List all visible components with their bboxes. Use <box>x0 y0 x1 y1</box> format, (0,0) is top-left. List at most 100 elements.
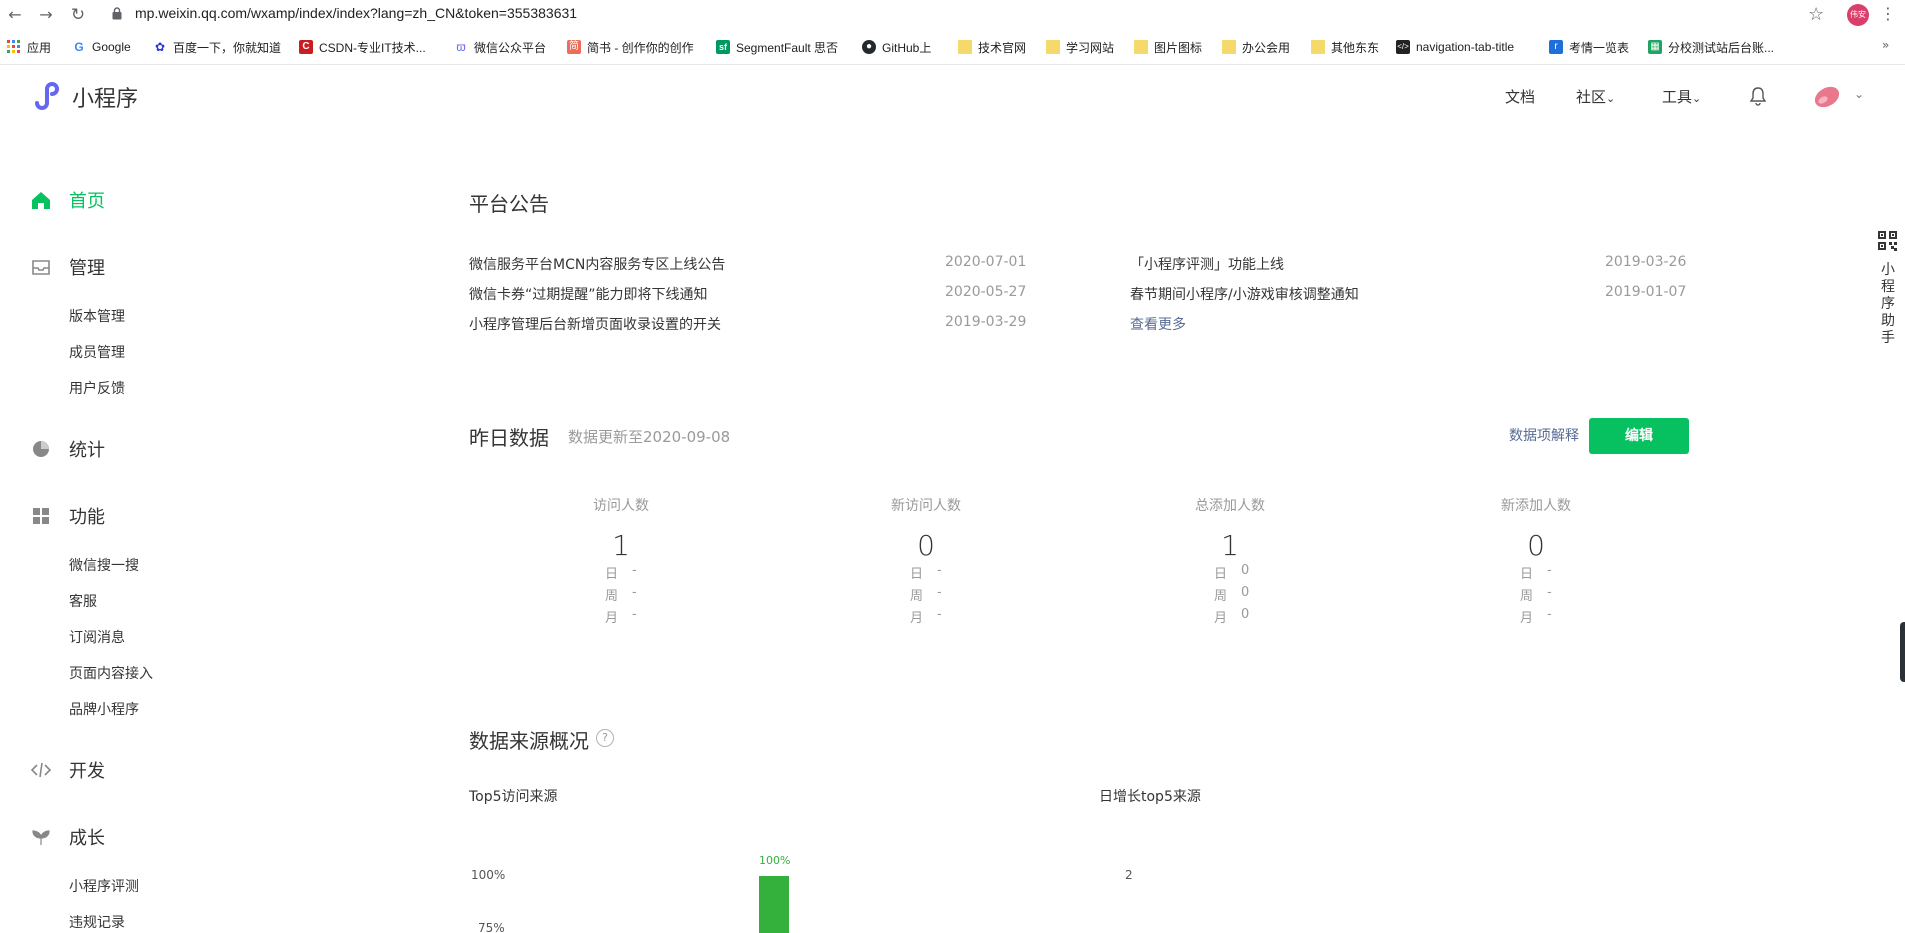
stat-row-label: 日 <box>910 567 924 582</box>
stat-row-value: - <box>632 563 637 578</box>
bookmark-folder-images[interactable]: 图片图标 <box>1134 39 1202 55</box>
stat-row-value: - <box>632 585 637 600</box>
bookmark-folder-study[interactable]: 学习网站 <box>1046 39 1114 55</box>
stat-row-label: 周 <box>910 589 924 604</box>
announcement-link[interactable]: 微信服务平台MCN内容服务专区上线公告 <box>469 254 725 274</box>
sidebar-sub-content[interactable]: 页面内容接入 <box>69 663 153 683</box>
sources-title: 数据来源概况 <box>469 729 589 753</box>
announcement-date: 2019-03-26 <box>1605 254 1687 270</box>
sidebar-sub-evaluation[interactable]: 小程序评测 <box>69 876 139 896</box>
update-note: 数据更新至2020-09-08 <box>568 428 731 446</box>
sidebar-item-manage[interactable]: 管理 <box>30 254 105 280</box>
sidebar-item-growth[interactable]: 成长 <box>30 824 105 850</box>
forward-icon[interactable]: → <box>36 5 56 25</box>
bookmark-apps[interactable]: 应用 <box>7 39 51 55</box>
sidebar-item-features[interactable]: 功能 <box>30 503 105 529</box>
sheet-icon: ▦ <box>1648 40 1662 54</box>
bookmark-sheet[interactable]: ▦ 分校测试站后台账... <box>1648 39 1774 55</box>
help-icon[interactable]: ? <box>596 729 614 747</box>
scroll-handle[interactable] <box>1900 622 1905 682</box>
stat-row-label: 日 <box>1214 567 1228 582</box>
bookmark-folder-other[interactable]: 其他东东 <box>1311 39 1379 55</box>
sidebar-sub-feedback[interactable]: 用户反馈 <box>69 378 125 398</box>
stat-row-label: 周 <box>1520 589 1534 604</box>
data-explain-link[interactable]: 数据项解释 <box>1509 425 1579 445</box>
stat-row-label: 日 <box>1520 567 1534 582</box>
baidu-icon: ✿ <box>153 40 167 54</box>
browser-menu-icon[interactable]: ⋮ <box>1880 4 1896 24</box>
inbox-icon <box>32 260 50 275</box>
folder-icon <box>1311 40 1325 54</box>
grid-icon <box>33 508 49 524</box>
sidebar-sub-violations[interactable]: 违规记录 <box>69 912 125 932</box>
y-tick-label: 75% <box>478 921 505 933</box>
announcement-date: 2019-03-29 <box>945 314 1027 330</box>
bookmark-csdn[interactable]: C CSDN-专业IT技术... <box>299 39 426 55</box>
bookmark-star-icon[interactable]: ☆ <box>1808 4 1824 25</box>
bookmark-weixin-mp[interactable]: ϖ 微信公众平台 <box>454 39 546 55</box>
stat-value: 0 <box>917 529 935 562</box>
nav-community[interactable]: 社区⌄ <box>1576 86 1615 107</box>
bookmark-navigation-tab[interactable]: </> navigation-tab-title <box>1396 39 1514 55</box>
bookmark-github[interactable]: ● GitHub上 <box>862 39 931 55</box>
announcement-link[interactable]: 小程序管理后台新增页面收录设置的开关 <box>469 314 721 334</box>
nav-docs[interactable]: 文档 <box>1505 86 1535 107</box>
profile-avatar[interactable]: 伟安 <box>1847 4 1869 26</box>
stat-row-label: 月 <box>1520 611 1534 626</box>
miniprogram-assistant-link[interactable]: 小程序助手 <box>1881 262 1895 347</box>
announcement-date: 2019-01-07 <box>1605 284 1687 300</box>
sidebar-sub-search[interactable]: 微信搜一搜 <box>69 555 139 575</box>
sidebar-sub-version[interactable]: 版本管理 <box>69 306 125 326</box>
announcement-date: 2020-07-01 <box>945 254 1027 270</box>
sidebar-item-stats[interactable]: 统计 <box>30 436 105 462</box>
nav-tools[interactable]: 工具⌄ <box>1662 86 1701 107</box>
announcement-link[interactable]: 「小程序评测」功能上线 <box>1130 254 1284 274</box>
home-icon <box>32 192 50 209</box>
sprout-icon <box>32 830 50 845</box>
sidebar-item-dev[interactable]: 开发 <box>30 757 105 783</box>
edit-button[interactable]: 编辑 <box>1589 418 1689 454</box>
announcement-link[interactable]: 微信卡券“过期提醒”能力即将下线通知 <box>469 284 708 304</box>
stat-row-value: - <box>1547 563 1552 578</box>
stat-row-value: - <box>632 607 637 622</box>
url-field[interactable]: mp.weixin.qq.com/wxamp/index/index?lang=… <box>135 5 577 21</box>
qr-code-icon[interactable] <box>1878 231 1898 253</box>
user-avatar[interactable] <box>1812 83 1842 111</box>
bookmark-segmentfault[interactable]: sf SegmentFault 思否 <box>716 39 838 55</box>
stat-row-value: - <box>1547 585 1552 600</box>
account-menu-chevron-icon[interactable]: ⌄ <box>1854 87 1864 101</box>
announcement-link[interactable]: 春节期间小程序/小游戏审核调整通知 <box>1130 284 1359 304</box>
sidebar-sub-subscribe[interactable]: 订阅消息 <box>69 627 125 647</box>
bookmark-google[interactable]: G Google <box>72 39 131 55</box>
stat-row-label: 月 <box>605 611 619 626</box>
bookmark-folder-tech[interactable]: 技术官网 <box>958 39 1026 55</box>
bookmarks-overflow-icon[interactable]: » <box>1882 38 1889 52</box>
code-icon <box>30 762 52 778</box>
bookmark-jianshu[interactable]: 简简书 - 创作你的创作 <box>567 39 694 55</box>
back-icon[interactable]: ← <box>5 5 25 25</box>
stat-row-value: - <box>937 607 942 622</box>
github-icon: ● <box>862 40 876 54</box>
bookmark-folder-office[interactable]: 办公会用 <box>1222 39 1290 55</box>
bookmark-baidu[interactable]: ✿ 百度一下，你就知道 <box>153 39 281 55</box>
stat-row-label: 月 <box>1214 611 1228 626</box>
reload-icon[interactable]: ↻ <box>68 5 88 25</box>
stat-row-value: - <box>937 585 942 600</box>
announcements-more-link[interactable]: 查看更多 <box>1130 314 1186 334</box>
stat-total-adds: 总添加人数 1 <box>1140 495 1320 562</box>
notification-bell-icon[interactable] <box>1749 86 1767 106</box>
stat-row-value: 0 <box>1241 585 1250 600</box>
stat-label: 新添加人数 <box>1501 498 1571 514</box>
chevron-down-icon: ⌄ <box>1606 92 1616 105</box>
bookmark-kaoqing[interactable]: r 考情一览表 <box>1549 39 1629 55</box>
announcement-date: 2020-05-27 <box>945 284 1027 300</box>
stat-row-value: - <box>937 563 942 578</box>
sidebar-sub-brand[interactable]: 品牌小程序 <box>69 699 139 719</box>
sidebar-sub-members[interactable]: 成员管理 <box>69 342 125 362</box>
sidebar-sub-service[interactable]: 客服 <box>69 591 97 611</box>
stat-value: 1 <box>612 529 630 562</box>
chart-title-daily-growth: 日增长top5来源 <box>1099 789 1201 805</box>
google-icon: G <box>72 40 86 54</box>
sidebar-item-home[interactable]: 首页 <box>30 187 105 213</box>
stat-row-label: 日 <box>605 567 619 582</box>
